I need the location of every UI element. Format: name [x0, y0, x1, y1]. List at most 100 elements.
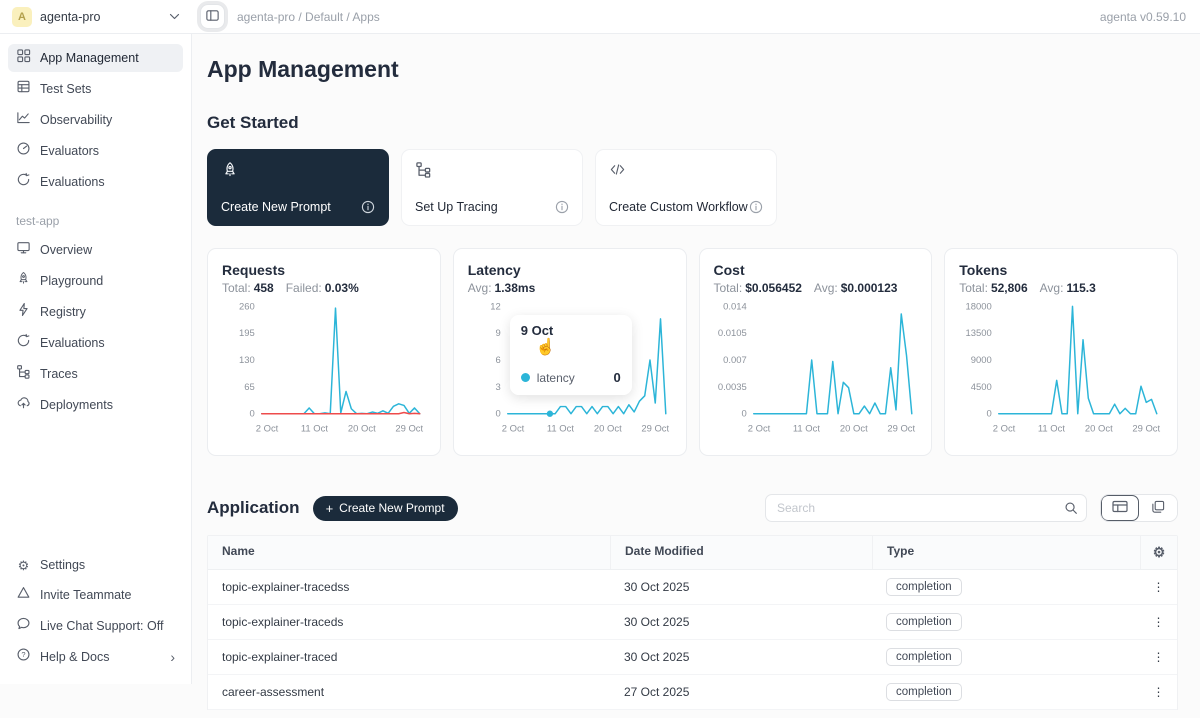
sidebar-item-label: Help & Docs — [40, 649, 109, 666]
sidebar-item-label: Test Sets — [40, 81, 91, 98]
date-modified: 27 Oct 2025 — [610, 675, 872, 709]
sidebar-item-deployments[interactable]: Deployments — [8, 391, 183, 419]
sidebar-item-evaluators[interactable]: Evaluators — [8, 137, 183, 165]
search-box — [765, 494, 1087, 522]
sidebar-item-label: Overview — [40, 242, 92, 259]
sidebar-item-label: Evaluations — [40, 174, 105, 191]
svg-text:20 Oct: 20 Oct — [1085, 424, 1113, 435]
sidebar-item-registry[interactable]: Registry — [8, 298, 183, 326]
chart-tooltip: 9 Oct latency 0 — [510, 315, 632, 395]
sidebar-item-label: Playground — [40, 273, 103, 290]
sidebar-item-label: Traces — [40, 366, 78, 383]
table-settings-button[interactable]: ⚙ — [1140, 536, 1177, 569]
date-modified: 30 Oct 2025 — [610, 570, 872, 604]
rocket-icon — [16, 271, 31, 291]
info-icon[interactable] — [361, 200, 375, 214]
svg-text:4500: 4500 — [971, 382, 992, 393]
gauge-icon — [16, 141, 31, 161]
monitor-icon — [16, 240, 31, 260]
svg-text:9: 9 — [495, 328, 500, 339]
breadcrumb[interactable]: agenta-pro / Default / Apps — [237, 10, 380, 24]
svg-text:18000: 18000 — [966, 301, 992, 312]
svg-text:?: ? — [21, 650, 25, 659]
sidebar-item-playground[interactable]: Playground — [8, 267, 183, 295]
create-new-prompt-button[interactable]: + Create New Prompt — [313, 496, 458, 521]
type-badge: completion — [886, 578, 962, 596]
sidebar-item-label: Evaluators — [40, 143, 99, 160]
sidebar-item-observability[interactable]: Observability — [8, 106, 183, 134]
sidebar-item-live-chat[interactable]: Live Chat Support: Off — [8, 612, 183, 640]
search-icon — [1064, 501, 1078, 518]
table-row[interactable]: topic-explainer-traced 30 Oct 2025 compl… — [208, 640, 1177, 675]
sidebar-item-evaluations[interactable]: Evaluations — [8, 168, 183, 196]
cost-chart[interactable]: 00.00350.0070.01050.0142 Oct11 Oct20 Oct… — [714, 298, 918, 438]
svg-text:0: 0 — [741, 409, 746, 420]
svg-text:29 Oct: 29 Oct — [395, 424, 423, 435]
workspace-selector[interactable]: A agenta-pro — [0, 7, 192, 27]
requests-chart[interactable]: 0651301952602 Oct11 Oct20 Oct29 Oct — [222, 298, 426, 438]
sidebar-item-test-sets[interactable]: Test Sets — [8, 75, 183, 103]
tree-structure-icon — [16, 364, 31, 384]
create-custom-workflow-card[interactable]: Create Custom Workflow — [595, 149, 777, 226]
app-name: topic-explainer-traced — [208, 640, 610, 674]
mouse-cursor-icon: ☝ — [536, 337, 556, 357]
table-row[interactable]: career-assessment 27 Oct 2025 completion… — [208, 675, 1177, 710]
rocket-icon — [221, 161, 375, 182]
application-title: Application — [207, 498, 300, 518]
tree-structure-icon — [415, 161, 569, 181]
info-icon[interactable] — [555, 200, 569, 214]
app-name: career-assessment — [208, 675, 610, 709]
svg-text:11 Oct: 11 Oct — [1038, 424, 1065, 435]
type-badge: completion — [886, 683, 962, 701]
table-icon — [16, 79, 31, 99]
table-row[interactable]: topic-explainer-tracedss 30 Oct 2025 com… — [208, 570, 1177, 605]
sidebar-item-app-management[interactable]: App Management — [8, 44, 183, 72]
table-row[interactable]: topic-explainer-traceds 30 Oct 2025 comp… — [208, 605, 1177, 640]
card-label: Create Custom Workflow — [609, 200, 748, 214]
get-started-title: Get Started — [207, 113, 1178, 133]
sidebar-item-app-evaluations[interactable]: Evaluations — [8, 329, 183, 357]
set-up-tracing-card[interactable]: Set Up Tracing — [401, 149, 583, 226]
sidebar-item-help-docs[interactable]: ? Help & Docs › — [8, 643, 183, 671]
chevron-down-icon — [169, 13, 180, 20]
sidebar-item-traces[interactable]: Traces — [8, 360, 183, 388]
cloud-up-icon — [16, 395, 31, 415]
topbar: A agenta-pro agenta-pro / Default / Apps… — [0, 0, 1200, 34]
table-view-button[interactable] — [1101, 495, 1139, 521]
card-view-button[interactable] — [1139, 495, 1177, 521]
svg-text:20 Oct: 20 Oct — [348, 424, 376, 435]
sidebar-item-label: Deployments — [40, 397, 113, 414]
sidebar: App Management Test Sets Observability E… — [0, 34, 192, 684]
chart-title: Latency — [468, 262, 672, 278]
search-input[interactable] — [765, 494, 1087, 522]
row-more-button[interactable]: ⋮ — [1140, 640, 1177, 674]
svg-text:6: 6 — [495, 355, 500, 366]
column-date-modified: Date Modified — [610, 536, 872, 569]
info-icon[interactable] — [749, 200, 763, 214]
sidebar-item-invite-teammate[interactable]: Invite Teammate — [8, 581, 183, 609]
type-badge: completion — [886, 648, 962, 666]
row-more-button[interactable]: ⋮ — [1140, 605, 1177, 639]
refresh-circle-icon — [16, 172, 31, 192]
sidebar-item-overview[interactable]: Overview — [8, 236, 183, 264]
page-title: App Management — [207, 56, 1178, 83]
column-name: Name — [208, 536, 610, 569]
table-body: topic-explainer-tracedss 30 Oct 2025 com… — [208, 570, 1177, 710]
tooltip-date: 9 Oct — [521, 323, 621, 338]
sidebar-item-settings[interactable]: ⚙ Settings — [8, 553, 183, 578]
create-new-prompt-card[interactable]: Create New Prompt — [207, 149, 389, 226]
row-more-button[interactable]: ⋮ — [1140, 675, 1177, 709]
row-more-button[interactable]: ⋮ — [1140, 570, 1177, 604]
button-label: Create New Prompt — [339, 501, 444, 515]
sidebar-item-label: Invite Teammate — [40, 587, 131, 604]
sidebar-toggle-button[interactable] — [200, 4, 225, 29]
svg-text:29 Oct: 29 Oct — [1133, 424, 1161, 435]
svg-text:11 Oct: 11 Oct — [301, 424, 328, 435]
svg-text:11 Oct: 11 Oct — [792, 424, 819, 435]
chart-title: Cost — [714, 262, 918, 278]
sidebar-footer: ⚙ Settings Invite Teammate Live Chat Sup… — [8, 553, 183, 674]
svg-text:0: 0 — [250, 409, 255, 420]
svg-text:11 Oct: 11 Oct — [547, 424, 574, 435]
svg-text:3: 3 — [495, 382, 500, 393]
tokens-chart[interactable]: 04500900013500180002 Oct11 Oct20 Oct29 O… — [959, 298, 1163, 438]
